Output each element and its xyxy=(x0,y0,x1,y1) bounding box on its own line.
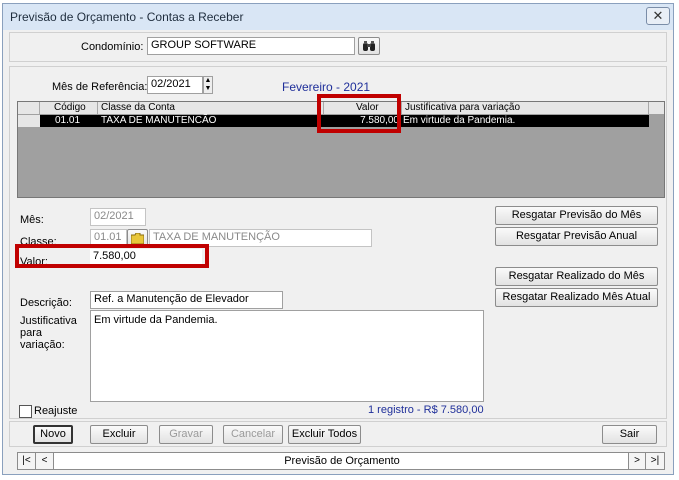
excluir-button[interactable]: Excluir xyxy=(90,425,148,444)
referencia-field[interactable]: 02/2021 xyxy=(147,76,203,94)
resgatar-realizado-mes-atual-button[interactable]: Resgatar Realizado Mês Atual xyxy=(495,288,658,307)
grid-header-classe[interactable]: Classe da Conta xyxy=(98,102,324,114)
title-bar: Previsão de Orçamento - Contas a Receber… xyxy=(3,4,673,30)
folder-icon xyxy=(130,232,145,245)
excluir-todos-button[interactable]: Excluir Todos xyxy=(288,425,361,444)
justificativa-label-2: para xyxy=(20,327,43,339)
referencia-label: Mês de Referência: xyxy=(52,81,148,93)
grid-header-indicator xyxy=(18,102,40,114)
justificativa-textarea[interactable]: Em virtude da Pandemia. xyxy=(90,310,484,402)
condominio-search-button[interactable] xyxy=(358,37,380,55)
grid-header-justificativa[interactable]: Justificativa para variação xyxy=(402,102,649,114)
reajuste-checkbox[interactable] xyxy=(19,405,32,418)
valor-field-highlight xyxy=(15,244,209,268)
close-button[interactable]: ✕ xyxy=(646,7,670,25)
row-justificativa: Em virtude da Pandemia. xyxy=(403,115,516,126)
referencia-spinner[interactable]: ▲ ▼ xyxy=(203,76,213,94)
sair-button[interactable]: Sair xyxy=(602,425,657,444)
mes-field[interactable]: 02/2021 xyxy=(90,208,146,226)
justificativa-label-1: Justificativa xyxy=(20,315,77,327)
novo-button[interactable]: Novo xyxy=(33,425,73,444)
resgatar-realizado-mes-button[interactable]: Resgatar Realizado do Mês xyxy=(495,267,658,286)
nav-prev-button[interactable]: < xyxy=(36,453,54,469)
resgatar-previsao-anual-button[interactable]: Resgatar Previsão Anual xyxy=(495,227,658,246)
status-text: 1 registro - R$ 7.580,00 xyxy=(368,404,484,416)
row-codigo: 01.01 xyxy=(55,115,81,126)
window: Previsão de Orçamento - Contas a Receber… xyxy=(2,3,674,475)
window-title: Previsão de Orçamento - Contas a Receber xyxy=(10,10,244,24)
record-navigator: |< < Previsão de Orçamento > >| xyxy=(17,452,665,470)
mes-label: Mês: xyxy=(20,214,44,226)
nav-first-button[interactable]: |< xyxy=(18,453,36,469)
row-classe: TAXA DE MANUTENCÃO xyxy=(101,115,217,126)
descricao-field[interactable]: Ref. a Manutenção de Elevador xyxy=(90,291,283,309)
binoculars-icon xyxy=(363,41,375,51)
nav-caption: Previsão de Orçamento xyxy=(284,455,400,467)
nav-next-button[interactable]: > xyxy=(628,453,646,469)
justificativa-label-3: variação: xyxy=(20,339,65,351)
row-indicator xyxy=(18,115,40,127)
gravar-button[interactable]: Gravar xyxy=(159,425,213,444)
nav-last-button[interactable]: >| xyxy=(646,453,664,469)
grid-header-codigo[interactable]: Código xyxy=(40,102,98,114)
resgatar-previsao-mes-button[interactable]: Resgatar Previsão do Mês xyxy=(495,206,658,225)
reajuste-label: Reajuste xyxy=(34,405,78,417)
month-name: Fevereiro - 2021 xyxy=(282,80,371,94)
valor-header-highlight xyxy=(317,94,401,133)
condominio-field[interactable]: GROUP SOFTWARE xyxy=(147,37,355,55)
grid-header-filler xyxy=(649,102,664,114)
descricao-label: Descrição: xyxy=(20,297,72,309)
condominio-label: Condomínio: xyxy=(81,41,144,53)
cancelar-button[interactable]: Cancelar xyxy=(223,425,283,444)
